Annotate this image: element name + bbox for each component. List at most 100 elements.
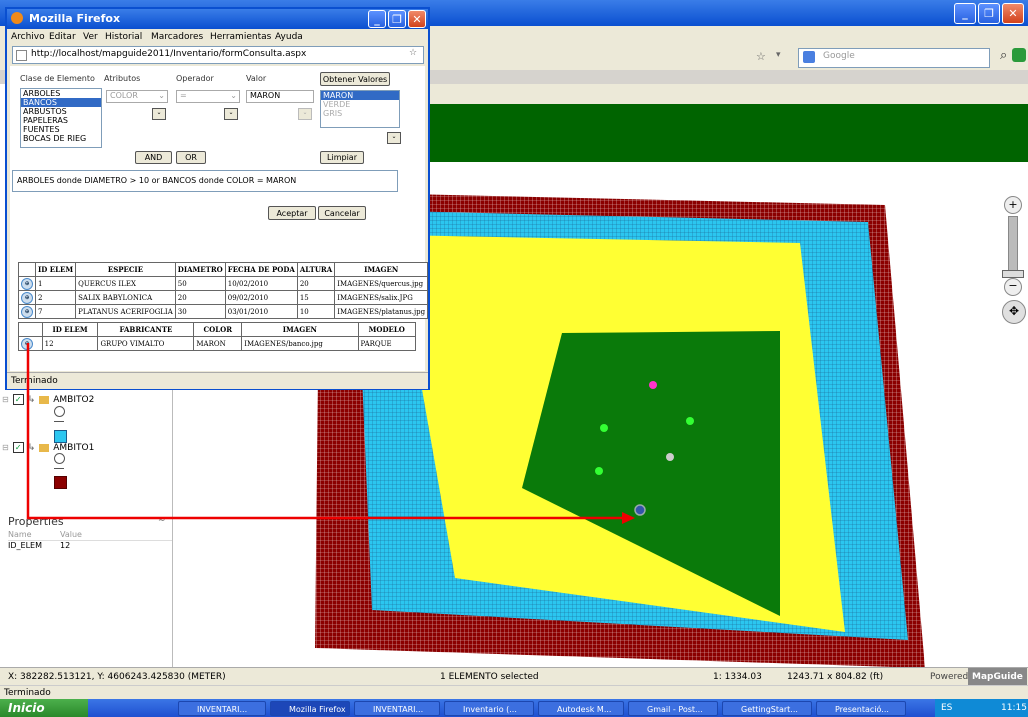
coords-readout: X: 382282.513121, Y: 4606243.425830 (MET… [8, 672, 226, 682]
pan-icon[interactable]: ✥ [1002, 300, 1026, 324]
legend-item-ambito2[interactable]: ⊟ ✓ ↳ AMBITO2 [2, 394, 94, 405]
zoom-out-icon[interactable]: − [1004, 278, 1022, 296]
zoom-slider[interactable] [1008, 216, 1018, 278]
taskbar-item[interactable]: Mozilla Firefox [270, 701, 350, 716]
page-icon [16, 50, 27, 61]
valor-input[interactable]: MARON [246, 90, 314, 103]
popup-title: Mozilla Firefox [29, 12, 121, 25]
layer-checkbox[interactable]: ✓ [12, 442, 24, 453]
zoom-in-icon[interactable]: + [1004, 196, 1022, 214]
popup-maximize-button[interactable]: ❐ [388, 10, 406, 28]
cell: 09/02/2010 [224, 290, 298, 305]
table-row: ⊕ 2 SALIX BABYLONICA 20 09/02/2010 15 IM… [18, 290, 429, 305]
cancelar-button[interactable]: Cancelar [318, 206, 366, 220]
table-row: ⊕ 12 GRUPO VIMALTO MARON IMAGENES/banco.… [18, 336, 417, 351]
list-item[interactable]: ARBOLES [21, 89, 101, 98]
aceptar-button[interactable]: Aceptar [268, 206, 316, 220]
menu-ver[interactable]: Ver [83, 32, 98, 42]
popup-title-bar: Mozilla Firefox _ ❐ ✕ [7, 9, 428, 29]
cell: 2 [34, 290, 77, 305]
clock[interactable]: 11:15 [1001, 703, 1027, 713]
menu-editar[interactable]: Editar [49, 32, 76, 42]
taskbar-item[interactable]: Gmail - Post... [628, 701, 718, 716]
cell: IMAGENES/banco.jpg [241, 336, 359, 351]
cell: 20 [296, 276, 336, 291]
taskbar-item[interactable]: INVENTARI... [354, 701, 440, 716]
results-table-bancos: ID ELEM FABRICANTE COLOR IMAGEN MODELO ⊕… [18, 322, 417, 351]
col-name-label: Name [8, 530, 32, 539]
group-icon [39, 395, 50, 404]
list-item-selected[interactable]: MARON [321, 91, 399, 100]
list-item[interactable]: PAPELERAS [21, 116, 101, 125]
tree-expand-icon[interactable]: ⊟ [2, 443, 9, 452]
prop-name: ID_ELEM [8, 541, 42, 550]
taskbar-item[interactable]: GettingStart... [722, 701, 812, 716]
limpiar-button[interactable]: Limpiar [320, 151, 364, 164]
cell: PARQUE [357, 336, 417, 351]
layer-icon: ↳ [27, 442, 36, 453]
icon-col-header [18, 322, 43, 337]
layer-checkbox[interactable]: ✓ [12, 394, 24, 405]
operador-select[interactable]: = ⌄ [176, 90, 240, 103]
valores-listbox[interactable]: MARON VERDE GRIS [320, 90, 400, 128]
taskbar-item[interactable]: Presentació... [816, 701, 906, 716]
collapse-icon[interactable]: ≈ [158, 515, 166, 525]
zoom-to-icon[interactable]: ⊕ [21, 337, 33, 350]
list-item[interactable]: ARBUSTOS [21, 107, 101, 116]
obtener-valores-button[interactable]: Obtener Valores [320, 72, 390, 86]
menu-herramientas[interactable]: Herramientas [210, 32, 271, 42]
start-button[interactable]: Inicio [0, 699, 88, 717]
list-item[interactable]: VERDE [321, 100, 399, 109]
list-item[interactable]: FUENTES [21, 125, 101, 134]
legend-item-ambito1[interactable]: ⊟ ✓ ↳ AMBITO1 [2, 442, 94, 453]
add-value-button[interactable]: ⌄ [387, 132, 401, 144]
selected-point[interactable] [634, 504, 646, 516]
zoom-control[interactable]: + − ✥ [998, 188, 1028, 328]
popup-status-bar: Terminado [7, 372, 428, 389]
menu-ayuda[interactable]: Ayuda [275, 32, 303, 42]
col-header: DIAMETRO [174, 262, 226, 277]
menu-historial[interactable]: Historial [105, 32, 142, 42]
list-item[interactable]: BOCAS DE RIEG [21, 134, 101, 143]
menu-archivo[interactable]: Archivo [11, 32, 45, 42]
list-item[interactable]: GRIS [321, 109, 399, 118]
query-textarea[interactable]: ARBOLES donde DIAMETRO > 10 or BANCOS do… [12, 170, 398, 192]
popup-minimize-button[interactable]: _ [368, 10, 386, 28]
zoom-to-icon[interactable]: ⊕ [21, 305, 33, 318]
url-bar[interactable]: http://localhost/mapguide2011/Inventario… [12, 46, 424, 64]
atributo-select[interactable]: COLOR ⌄ [106, 90, 168, 103]
taskbar-item[interactable]: INVENTARI... [178, 701, 266, 716]
col-header: IMAGEN [334, 262, 429, 277]
browser-status-text: Terminado [4, 688, 51, 698]
grey-point[interactable] [666, 453, 674, 461]
pink-point[interactable] [649, 381, 657, 389]
cell: PLATANUS ACERIFOGLIA [75, 304, 176, 319]
add-valor-button[interactable]: ⌄ [298, 108, 312, 120]
label-atributos: Atributos [104, 74, 141, 83]
list-item-selected[interactable]: BANCOS [21, 98, 101, 107]
green-point[interactable] [595, 467, 603, 475]
tree-expand-icon[interactable]: ⊟ [2, 395, 9, 404]
green-point[interactable] [686, 417, 694, 425]
line-symbol-icon [54, 468, 64, 469]
bookmark-star-icon[interactable]: ☆ [409, 48, 417, 58]
taskbar-item[interactable]: Autodesk M... [538, 701, 624, 716]
zoom-slider-handle[interactable] [1002, 270, 1024, 278]
selection-status: 1 ELEMENTO selected [440, 672, 539, 682]
zoom-to-icon[interactable]: ⊕ [21, 277, 33, 290]
table-header-row: ID ELEM ESPECIE DIAMETRO FECHA DE PODA A… [18, 262, 429, 277]
col-value-label: Value [60, 530, 82, 539]
popup-close-button[interactable]: ✕ [408, 10, 426, 28]
cell: IMAGENES/platanus.jpg [334, 304, 429, 319]
zoom-to-icon[interactable]: ⊕ [21, 291, 33, 304]
taskbar-item[interactable]: Inventario (... [444, 701, 534, 716]
green-point[interactable] [600, 424, 608, 432]
language-indicator[interactable]: ES [941, 703, 952, 713]
menu-marcadores[interactable]: Marcadores [151, 32, 203, 42]
add-atributo-button[interactable]: ⌄ [152, 108, 166, 120]
or-button[interactable]: OR [176, 151, 206, 164]
scale-readout: 1: 1334.03 [713, 672, 762, 682]
add-operador-button[interactable]: ⌄ [224, 108, 238, 120]
and-button[interactable]: AND [135, 151, 172, 164]
clase-listbox[interactable]: ARBOLES BANCOS ARBUSTOS PAPELERAS FUENTE… [20, 88, 102, 148]
